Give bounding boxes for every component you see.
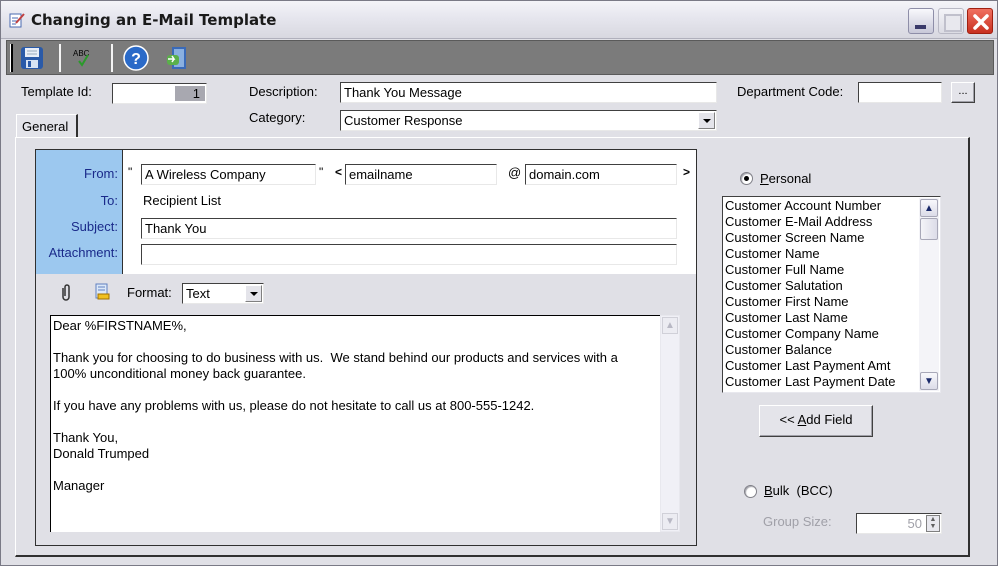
edit-document-icon: [9, 13, 25, 28]
email-header-labels: From: To: Subject: Attachment:: [36, 150, 123, 274]
bulk-label: Bulk (BCC): [764, 483, 833, 498]
toolbar: ABC ?: [6, 40, 994, 75]
to-value: Recipient List: [143, 193, 222, 208]
close-icon: [973, 14, 989, 30]
format-label: Format:: [127, 285, 172, 300]
greater-than-sign: >: [683, 165, 691, 179]
group-size-value: 50: [907, 516, 922, 531]
from-label: From:: [84, 166, 118, 181]
document-icon: [95, 283, 110, 300]
template-id-value: 1: [174, 86, 205, 101]
list-item[interactable]: Customer Last Payment Date: [725, 374, 896, 390]
toolbar-grip[interactable]: [10, 44, 13, 72]
description-label: Description:: [249, 84, 318, 99]
insert-document-button[interactable]: [94, 283, 110, 304]
department-code-label: Department Code:: [737, 84, 844, 99]
list-item[interactable]: Customer Company Name: [725, 326, 879, 342]
category-label: Category:: [249, 110, 306, 125]
tab-general-label: General: [22, 119, 69, 134]
close-button[interactable]: [967, 8, 993, 34]
scroll-up-icon[interactable]: ▲: [662, 317, 678, 334]
window-title: Changing an E-Mail Template: [31, 11, 277, 29]
minimize-button[interactable]: [908, 8, 934, 34]
save-button[interactable]: [17, 44, 47, 72]
body-scrollbar[interactable]: ▲ ▼: [660, 315, 680, 532]
list-item[interactable]: Customer Account Number: [725, 198, 881, 214]
from-domain-input[interactable]: domain.com: [525, 164, 677, 185]
maximize-button[interactable]: [938, 8, 964, 34]
list-item[interactable]: Customer Salutation: [725, 278, 843, 294]
spell-check-button[interactable]: ABC: [67, 44, 97, 72]
department-code-input[interactable]: [858, 82, 942, 103]
category-select[interactable]: Customer Response: [340, 110, 717, 131]
email-body-textarea[interactable]: Dear %FIRSTNAME%, Thank you for choosing…: [50, 315, 661, 532]
merge-field-list[interactable]: Customer Account Number Customer E-Mail …: [722, 196, 941, 393]
scroll-down-icon[interactable]: ▼: [662, 513, 678, 530]
chevron-down-icon[interactable]: [245, 285, 262, 302]
group-size-spinner[interactable]: ▲ ▼: [926, 515, 940, 532]
format-value: Text: [186, 286, 210, 301]
less-than-sign: <: [335, 165, 343, 179]
email-template-window: Changing an E-Mail Template ABC ? Templa…: [0, 0, 998, 566]
title-bar[interactable]: Changing an E-Mail Template: [1, 1, 997, 39]
list-item[interactable]: Customer Balance: [725, 342, 832, 358]
bulk-radio[interactable]: [744, 485, 757, 498]
attachment-input[interactable]: [141, 244, 677, 265]
personal-label: Personal: [760, 171, 812, 186]
format-select[interactable]: Text: [182, 283, 264, 304]
close-quote: ": [319, 165, 324, 179]
svg-text:?: ?: [131, 51, 141, 68]
list-item[interactable]: Customer Name: [725, 246, 820, 262]
attach-file-button[interactable]: [59, 283, 73, 304]
abc-check-icon: ABC: [73, 49, 90, 67]
group-size-input[interactable]: 50 ▲ ▼: [856, 513, 942, 534]
list-item[interactable]: Customer Full Name: [725, 262, 844, 278]
group-size-label: Group Size:: [763, 514, 832, 529]
add-field-button[interactable]: << Add Field: [759, 405, 873, 437]
help-button[interactable]: ?: [121, 44, 151, 72]
list-item[interactable]: Customer Last Payment Amt: [725, 358, 890, 374]
from-user-input[interactable]: emailname: [345, 164, 497, 185]
department-browse-button[interactable]: ...: [951, 82, 975, 103]
list-item[interactable]: Customer Screen Name: [725, 230, 864, 246]
personal-radio[interactable]: [740, 172, 753, 185]
toolbar-separator: [59, 44, 61, 72]
description-input[interactable]: Thank You Message: [340, 82, 717, 103]
scroll-thumb[interactable]: [920, 218, 938, 240]
floppy-disk-icon: [21, 47, 43, 69]
paperclip-icon: [62, 284, 70, 301]
subject-label: Subject:: [71, 219, 118, 234]
field-list-scrollbar[interactable]: ▲ ▼: [919, 198, 939, 391]
attachment-label: Attachment:: [48, 245, 118, 260]
scroll-down-icon[interactable]: ▼: [920, 372, 938, 390]
list-item[interactable]: Customer Last Name: [725, 310, 848, 326]
exit-door-icon: [167, 47, 186, 69]
to-label: To:: [100, 193, 118, 208]
category-value: Customer Response: [344, 113, 463, 128]
chevron-down-icon[interactable]: [698, 112, 715, 129]
template-id-field[interactable]: 1: [112, 83, 207, 104]
at-sign: @: [508, 165, 522, 180]
tab-general[interactable]: General: [16, 114, 78, 138]
subject-input[interactable]: Thank You: [141, 218, 677, 239]
exit-button[interactable]: [162, 44, 192, 72]
toolbar-separator: [111, 44, 113, 72]
open-quote: ": [128, 165, 133, 179]
question-mark-icon: ?: [123, 45, 149, 71]
scroll-up-icon[interactable]: ▲: [920, 199, 938, 217]
from-name-input[interactable]: A Wireless Company: [141, 164, 316, 185]
list-item[interactable]: Customer E-Mail Address: [725, 214, 872, 230]
list-item[interactable]: Customer First Name: [725, 294, 849, 310]
template-id-label: Template Id:: [21, 84, 92, 99]
